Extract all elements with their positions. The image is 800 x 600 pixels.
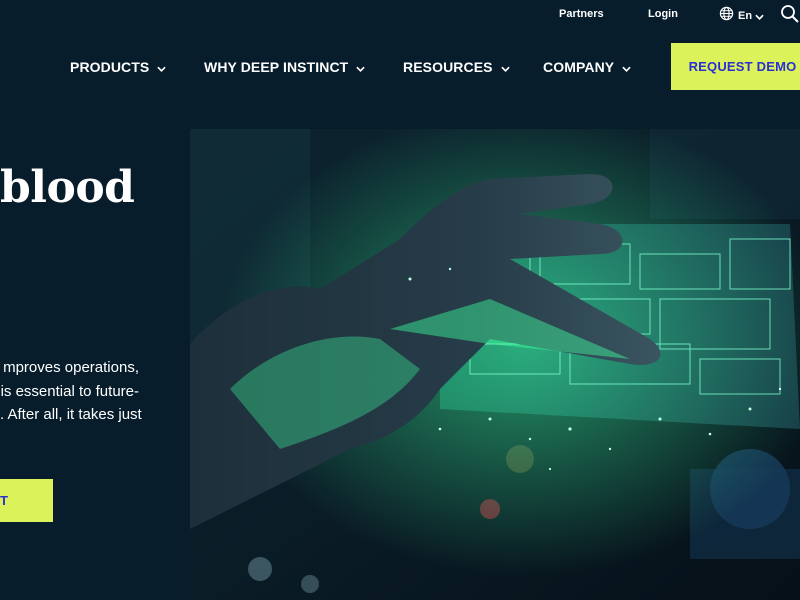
nav-why-label: WHY DEEP INSTINCT: [204, 58, 349, 75]
hero-body-line: mproves operations,: [3, 359, 139, 376]
hero-title: blood: [0, 162, 135, 213]
nav-why-deep-instinct[interactable]: WHY DEEP INSTINCT: [204, 58, 365, 75]
nav-products-label: PRODUCTS: [70, 58, 150, 75]
hero-body-line: is essential to future-: [0, 382, 139, 400]
page: Partners Login En PRODUCTS WHY DEEP INST…: [0, 0, 800, 600]
language-switcher[interactable]: En: [719, 6, 764, 26]
globe-icon: [719, 6, 734, 26]
utility-bar: Partners Login En: [0, 0, 800, 30]
nav-products[interactable]: PRODUCTS: [70, 58, 167, 75]
language-label: En: [738, 10, 753, 22]
hero-cta-button[interactable]: T: [0, 479, 53, 522]
nav-company[interactable]: COMPANY: [543, 58, 631, 75]
login-link[interactable]: Login: [648, 8, 678, 20]
search-button[interactable]: [780, 4, 800, 26]
hero-image: [190, 129, 800, 600]
chevron-down-icon: [356, 59, 365, 75]
chevron-down-icon: [157, 59, 167, 75]
nav-company-label: COMPANY: [543, 58, 615, 75]
chevron-down-icon: [622, 59, 631, 75]
search-icon: [780, 5, 800, 28]
chevron-down-icon: [500, 59, 510, 75]
nav-resources[interactable]: RESOURCES: [403, 58, 510, 75]
request-demo-button[interactable]: REQUEST DEMO: [671, 43, 800, 90]
chevron-down-icon: [755, 7, 764, 25]
partners-link[interactable]: Partners: [559, 8, 604, 20]
nav-resources-label: RESOURCES: [403, 58, 493, 75]
hero-body-line: . After all, it takes just: [0, 406, 142, 423]
hero-body: mproves operations, is essential to futu…: [0, 356, 190, 427]
hero-cta-label: T: [0, 493, 8, 508]
